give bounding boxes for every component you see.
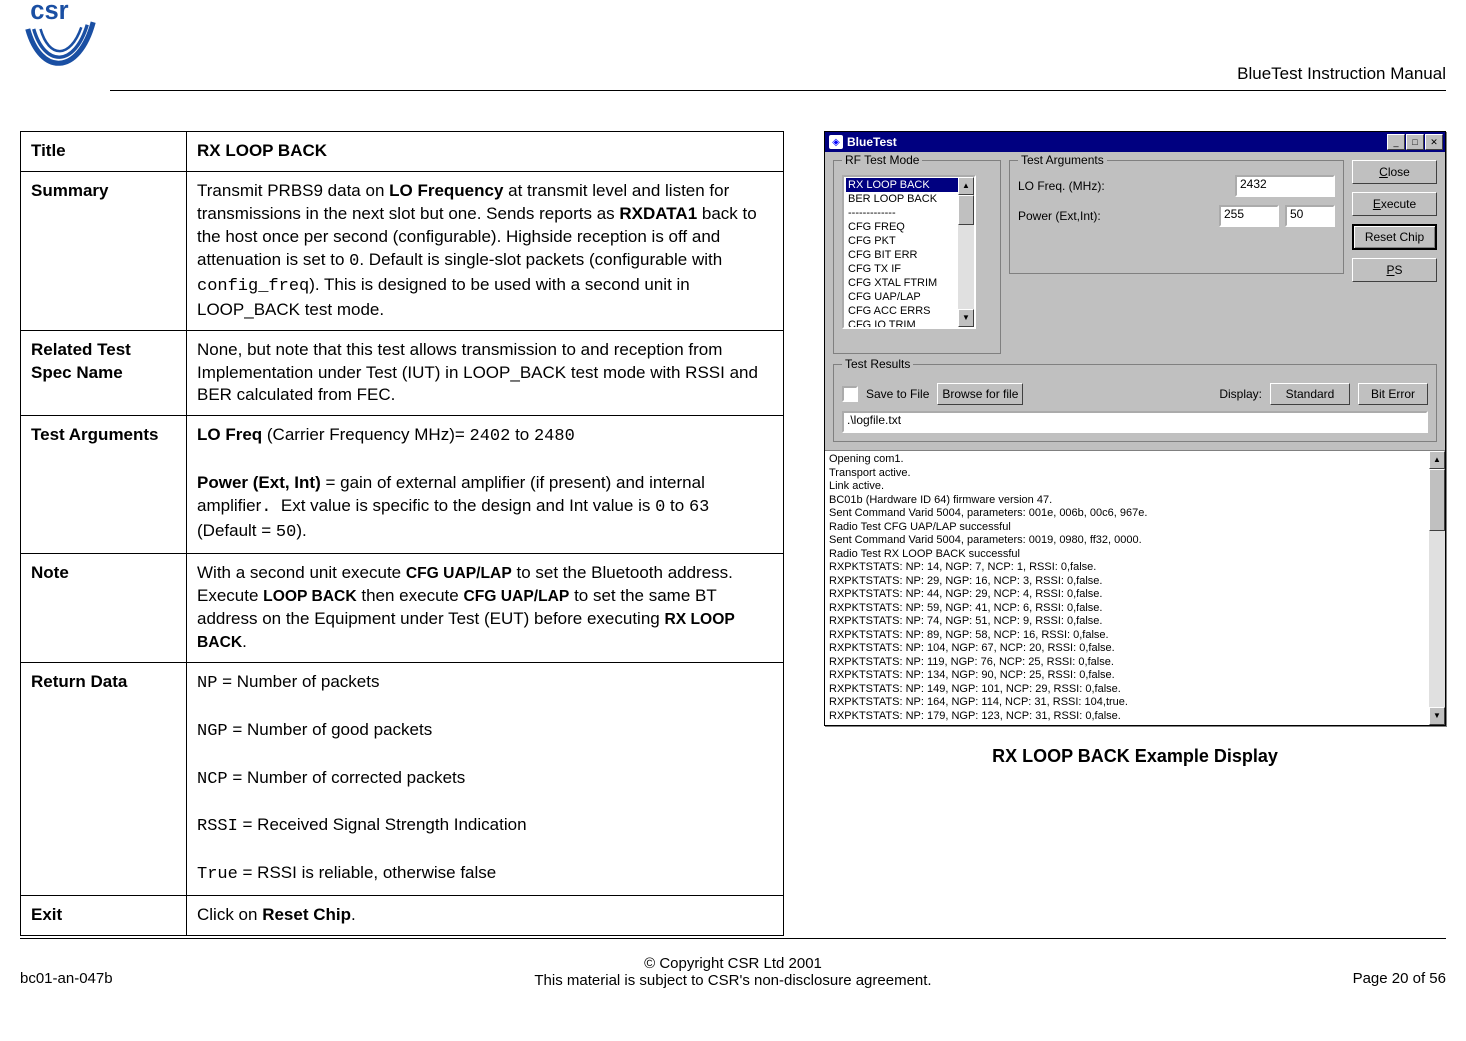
log-line: RXPKTSTATS: NP: 119, NGP: 76, NCP: 25, R… [829,656,1423,670]
row-title-value: RX LOOP BACK [187,132,784,172]
log-scroll-up-icon[interactable]: ▲ [1429,451,1445,469]
log-line: BC01b (Hardware ID 64) firmware version … [829,494,1423,508]
list-item[interactable]: CFG ACC ERRS [846,304,972,318]
list-item[interactable]: BER LOOP BACK [846,192,972,206]
list-item[interactable]: CFG UAP/LAP [846,290,972,304]
row-title-label: Title [21,132,187,172]
save-to-file-label: Save to File [866,387,929,401]
log-line: Link active. [829,480,1423,494]
figure-caption: RX LOOP BACK Example Display [992,746,1278,767]
scroll-down-icon[interactable]: ▼ [958,309,974,327]
test-arguments-group: Test Arguments LO Freq. (MHz): 2432 Powe… [1009,160,1344,274]
row-summary-label: Summary [21,171,187,330]
row-return-value: NP = Number of packetsNGP = Number of go… [187,662,784,895]
log-line: Sent Command Varid 5004, parameters: 001… [829,507,1423,521]
log-line: RXPKTSTATS: NP: 59, NGP: 41, NCP: 6, RSS… [829,602,1423,616]
list-item[interactable]: CFG PKT [846,234,972,248]
row-return-label: Return Data [21,662,187,895]
close-window-button[interactable]: ✕ [1425,134,1443,150]
window-title: BlueTest [847,135,897,149]
save-to-file-checkbox[interactable] [842,386,858,402]
lo-freq-input[interactable]: 2432 [1235,175,1335,197]
log-line: Transport active. [829,467,1423,481]
svg-text:csr: csr [30,0,68,25]
spec-table: Title RX LOOP BACK Summary Transmit PRBS… [20,131,784,936]
log-scroll-thumb[interactable] [1429,469,1445,531]
power-ext-input[interactable]: 255 [1219,205,1279,227]
log-line: Radio Test RX LOOP BACK successful [829,548,1423,562]
row-exit-label: Exit [21,896,187,936]
log-line: Radio Test CFG UAP/LAP successful [829,521,1423,535]
logfile-path-input[interactable]: .\logfile.txt [842,411,1428,433]
log-line: RXPKTSTATS: NP: 179, NGP: 123, NCP: 31, … [829,710,1423,724]
rf-group-title: RF Test Mode [842,153,922,167]
log-output: Opening com1.Transport active.Link activ… [825,450,1445,725]
log-line: Sent Command Varid 5004, parameters: 001… [829,534,1423,548]
footer-center: © Copyright CSR Ltd 2001 This material i… [320,955,1146,989]
row-args-label: Test Arguments [21,416,187,554]
list-item[interactable]: ------------- [846,206,972,220]
list-item[interactable]: CFG FREQ [846,220,972,234]
test-results-group: Test Results Save to File Browse for fil… [833,364,1437,442]
list-item[interactable]: CFG BIT ERR [846,248,972,262]
execute-button[interactable]: Execute [1352,192,1437,216]
row-note-value: With a second unit execute CFG UAP/LAP t… [187,554,784,663]
scroll-thumb[interactable] [958,195,974,225]
bit-error-button[interactable]: Bit Error [1358,383,1428,405]
listbox-scrollbar[interactable]: ▲ ▼ [958,177,974,327]
row-exit-value: Click on Reset Chip. [187,896,784,936]
log-scrollbar[interactable]: ▲ ▼ [1429,451,1445,725]
display-label: Display: [1219,387,1262,401]
power-int-input[interactable]: 50 [1285,205,1335,227]
csr-logo: csr [15,0,100,80]
log-line: Opening com1. [829,453,1423,467]
minimize-button[interactable]: _ [1387,134,1405,150]
log-line: RXPKTSTATS: NP: 134, NGP: 90, NCP: 25, R… [829,669,1423,683]
reset-chip-button[interactable]: Reset Chip [1352,224,1437,250]
ta-group-title: Test Arguments [1018,153,1107,167]
log-line: RXPKTSTATS: NP: 89, NGP: 58, NCP: 16, RS… [829,629,1423,643]
log-line: RXPKTSTATS: NP: 44, NGP: 29, NCP: 4, RSS… [829,588,1423,602]
log-line: RXPKTSTATS: NP: 74, NGP: 51, NCP: 9, RSS… [829,615,1423,629]
power-label: Power (Ext,Int): [1018,209,1219,223]
tr-group-title: Test Results [842,357,913,371]
log-line: RXPKTSTATS: NP: 29, NGP: 16, NCP: 3, RSS… [829,575,1423,589]
list-item[interactable]: CFG XTAL FTRIM [846,276,972,290]
row-related-value: None, but note that this test allows tra… [187,330,784,416]
bluetest-window: ◈ BlueTest _ □ ✕ RF Test Mode RX LOOP BA… [824,131,1446,726]
maximize-button[interactable]: □ [1406,134,1424,150]
row-summary-value: Transmit PRBS9 data on LO Frequency at t… [187,171,784,330]
rf-listbox[interactable]: RX LOOP BACKBER LOOP BACK-------------CF… [842,175,976,329]
close-button[interactable]: Close [1352,160,1437,184]
row-args-value: LO Freq (Carrier Frequency MHz)= 2402 to… [187,416,784,554]
browse-button[interactable]: Browse for file [937,383,1023,405]
ps-button[interactable]: PS [1352,258,1437,282]
row-note-label: Note [21,554,187,663]
log-line: RXPKTSTATS: NP: 164, NGP: 114, NCP: 31, … [829,696,1423,710]
list-item[interactable]: CFG IQ TRIM [846,318,972,329]
footer-left: bc01-an-047b [20,955,320,989]
app-icon: ◈ [829,135,843,149]
log-line: RXPKTSTATS: NP: 104, NGP: 67, NCP: 20, R… [829,642,1423,656]
titlebar[interactable]: ◈ BlueTest _ □ ✕ [825,132,1445,152]
footer-right: Page 20 of 56 [1146,955,1446,989]
scroll-up-icon[interactable]: ▲ [958,177,974,195]
list-item[interactable]: CFG TX IF [846,262,972,276]
log-scroll-down-icon[interactable]: ▼ [1429,707,1445,725]
rf-test-mode-group: RF Test Mode RX LOOP BACKBER LOOP BACK--… [833,160,1001,354]
standard-button[interactable]: Standard [1270,383,1350,405]
list-item[interactable]: RX LOOP BACK [846,178,972,192]
row-related-label: Related Test Spec Name [21,330,187,416]
log-line: RXPKTSTATS: NP: 14, NGP: 7, NCP: 1, RSSI… [829,561,1423,575]
log-line: RXPKTSTATS: NP: 149, NGP: 101, NCP: 29, … [829,683,1423,697]
doc-title: BlueTest Instruction Manual [1237,64,1446,84]
lo-freq-label: LO Freq. (MHz): [1018,179,1235,193]
